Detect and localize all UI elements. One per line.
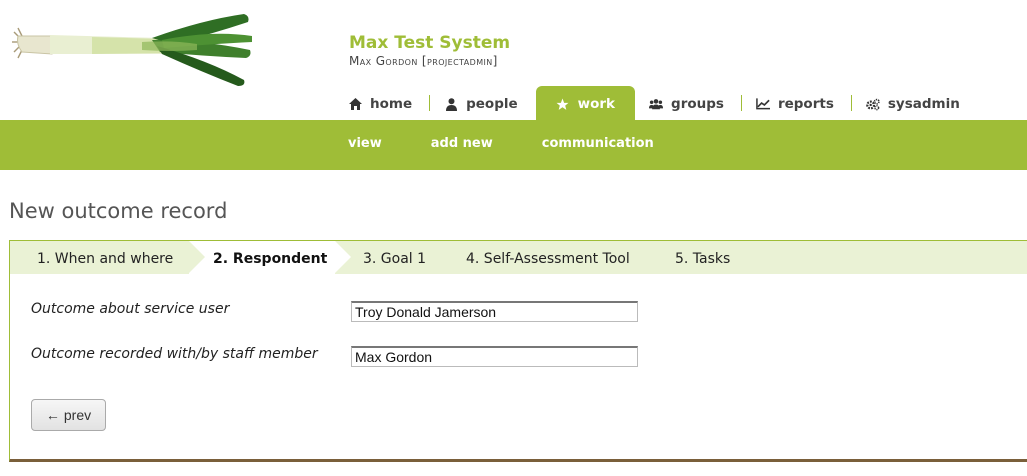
- prev-button[interactable]: ← prev: [31, 399, 106, 431]
- nav-item-label: people: [466, 96, 518, 112]
- arrow-left-icon: ←: [45, 407, 60, 423]
- nav-item-label: reports: [777, 96, 834, 112]
- step-when-and-where[interactable]: 1. When and where: [37, 241, 173, 274]
- header: Max Test System Max Gordon [projectadmin…: [0, 0, 1027, 120]
- step-label: 2. Respondent: [213, 251, 328, 267]
- nav-item-label: work: [577, 96, 616, 112]
- nav-item-work[interactable]: work: [535, 86, 636, 120]
- nav-item-sysadmin[interactable]: sysadmin: [852, 86, 978, 120]
- sub-nav-bar: view add new communication: [0, 120, 1027, 170]
- sub-nav-view[interactable]: view: [348, 120, 382, 170]
- sub-nav-communication[interactable]: communication: [542, 120, 654, 170]
- nav-item-people[interactable]: people: [430, 86, 536, 120]
- system-title: Max Test System: [349, 33, 511, 53]
- nav-item-reports[interactable]: reports: [742, 86, 852, 120]
- person-icon: [444, 97, 458, 111]
- home-icon: [348, 97, 362, 111]
- wizard-steps: 1. When and where 2. Respondent 3. Goal …: [10, 241, 1027, 274]
- nav-item-label: home: [370, 96, 413, 112]
- prev-button-label: prev: [63, 407, 92, 423]
- step-self-assessment-tool[interactable]: 4. Self-Assessment Tool: [466, 241, 630, 274]
- nav-item-home[interactable]: home: [334, 86, 431, 120]
- sub-nav: view add new communication: [348, 120, 703, 170]
- service-user-field[interactable]: [351, 301, 638, 322]
- leek-logo[interactable]: [12, 10, 257, 90]
- nav-item-label: groups: [671, 96, 724, 112]
- sub-nav-add-new[interactable]: add new: [431, 120, 493, 170]
- nav-item-label: sysadmin: [887, 96, 960, 112]
- step-tasks[interactable]: 5. Tasks: [675, 241, 730, 274]
- staff-member-label: Outcome recorded with/by staff member: [31, 346, 318, 362]
- chart-line-icon: [756, 97, 770, 111]
- star-icon: [556, 97, 570, 111]
- gears-icon: [866, 97, 880, 111]
- main-nav: home people work groups reports sysadmin: [334, 86, 978, 120]
- staff-member-field[interactable]: [351, 346, 638, 367]
- page-title: New outcome record: [9, 199, 228, 223]
- wizard-panel: 1. When and where 2. Respondent 3. Goal …: [9, 240, 1027, 462]
- step-respondent[interactable]: 2. Respondent: [189, 241, 351, 274]
- group-icon: [649, 97, 664, 111]
- service-user-label: Outcome about service user: [31, 301, 230, 317]
- step-goal-1[interactable]: 3. Goal 1: [363, 241, 426, 274]
- nav-item-groups[interactable]: groups: [635, 86, 742, 120]
- current-user-label: Max Gordon [projectadmin]: [349, 54, 498, 68]
